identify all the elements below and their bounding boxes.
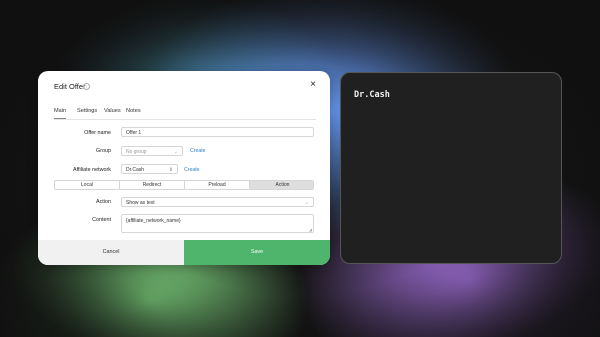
chevron-down-icon: ⌄: [304, 200, 309, 206]
action-value: Show as text: [126, 200, 155, 206]
content-value: {affiliate_network_name}: [126, 218, 181, 224]
affiliate-network-label: Affiliate network: [73, 167, 111, 173]
tab-bar: Main Settings Values Notes: [54, 107, 316, 120]
affiliate-network-select[interactable]: Dr.Cash ⇕: [121, 164, 178, 174]
updown-icon: ⇕: [168, 167, 173, 173]
group-label: Group: [96, 148, 111, 154]
action-select[interactable]: Show as text ⌄: [121, 197, 314, 207]
action-label: Action: [96, 199, 111, 205]
preview-text: Dr.Cash: [354, 90, 390, 100]
offer-name-value: Offer 1: [126, 130, 142, 136]
tab-main[interactable]: Main: [54, 107, 67, 119]
mode-redirect[interactable]: Redirect: [120, 181, 185, 189]
tab-values[interactable]: Values: [104, 107, 121, 118]
offer-name-label: Offer name: [84, 130, 111, 136]
mode-segmented-control: Local Redirect Preload Action: [54, 180, 314, 190]
save-button[interactable]: Save: [184, 240, 330, 265]
resize-handle-icon[interactable]: ◢: [309, 227, 312, 232]
close-icon[interactable]: ×: [310, 80, 316, 90]
offer-name-input[interactable]: Offer 1: [121, 127, 314, 137]
group-select[interactable]: No group ⌄: [121, 146, 183, 156]
info-icon[interactable]: i: [83, 83, 90, 90]
dialog-title: Edit Offer: [54, 82, 86, 91]
chevron-down-icon: ⌄: [173, 149, 178, 155]
mode-preload[interactable]: Preload: [185, 181, 250, 189]
content-textarea[interactable]: {affiliate_network_name} ◢: [121, 214, 314, 233]
group-create-link[interactable]: Create: [190, 148, 206, 154]
cancel-button[interactable]: Cancel: [38, 240, 184, 265]
group-placeholder: No group: [126, 149, 147, 155]
mode-local[interactable]: Local: [55, 181, 120, 189]
dialog-header: Edit Offer i ×: [38, 71, 330, 105]
content-label: Content: [92, 217, 111, 223]
tab-notes[interactable]: Notes: [126, 107, 141, 118]
affiliate-network-create-link[interactable]: Create: [184, 167, 200, 173]
affiliate-network-value: Dr.Cash: [126, 167, 145, 173]
tab-settings[interactable]: Settings: [77, 107, 97, 118]
mode-action[interactable]: Action: [250, 181, 313, 189]
preview-panel: Dr.Cash: [340, 72, 562, 264]
